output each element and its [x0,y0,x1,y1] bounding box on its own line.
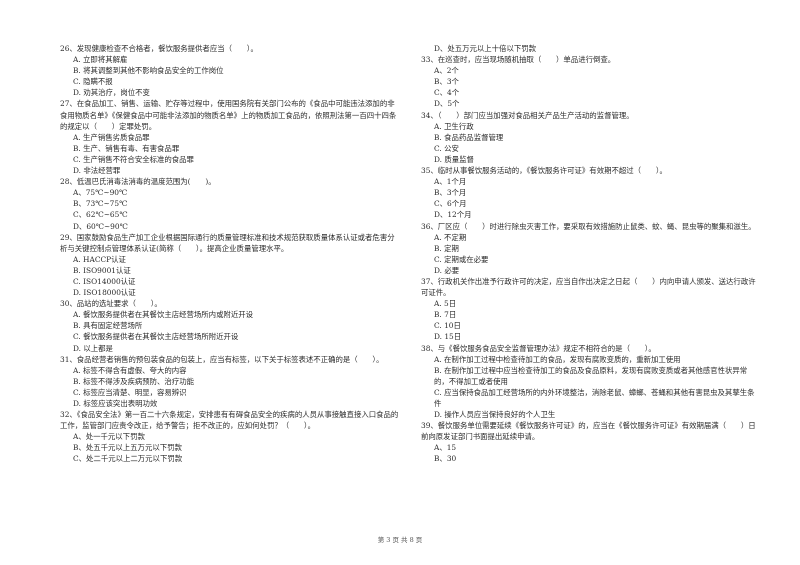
question-block: 36、厂区应（ ）时进行除虫灭害工作，要采取有效措施防止鼠类、蚊、蝇、昆虫等的聚… [421,221,761,276]
answer-option: A、处一千元以下罚款 [73,432,145,442]
question-stem: 39、餐饮服务单位需要延续《餐饮服务许可证》的，应当在《餐饮服务许可证》有效期届… [421,421,756,442]
answer-option: A. 5日 [434,299,457,309]
answer-option: B. 食品药品监督管理 [434,132,504,142]
answer-option: C、处二千元以上二万元以下罚款 [73,454,183,464]
question-block: 26、发现健康检查不合格者，餐饮服务提供者应当（ ）。 A. 立即将其解雇 B. 将… [60,43,400,98]
answer-option: B、30 [434,454,457,464]
question-stem: 33、在巡查时，应当现场随机抽取（ ）单品进行倒查。 [421,55,616,65]
answer-option: A、2个 [434,66,459,76]
answer-option: A. 立即将其解雇 [73,55,128,65]
answer-option: D. 劝其治疗，岗位不变 [73,88,150,98]
question-stem: 31、食品经营者销售的预包装食品的包装上，应当有标签，以下关于标签表述不正确的是… [60,354,384,364]
question-stem: 37、行政机关作出准予行政许可的决定，应当自作出决定之日起（ ）内向申请人颁发、… [421,276,756,298]
answer-option: B. 7日 [434,310,457,320]
question-block: 27、在食品加工、销售、运输、贮存等过程中，使用国务院有关部门公布的《食品中可能… [60,98,400,176]
question-stem: 38、与《餐饮服务食品安全监督管理办法》规定不相符合的是（ ）。 [421,343,656,353]
answer-option: B、73℃~75℃ [73,199,128,209]
answer-option: A. 卫生行政 [434,121,474,131]
answer-option: C. 餐饮服务提供者在其餐饮主店经营场所附近开设 [73,332,239,342]
question-stem: 26、发现健康检查不合格者，餐饮服务提供者应当（ ）。 [60,44,258,53]
answer-option: C、6个月 [434,199,467,209]
answer-option: C、62℃~65℃ [73,210,128,220]
answer-option: C. 标签应当清楚、明显，容易辨识 [73,387,187,397]
question-stem: 27、在食品加工、销售、运输、贮存等过程中，使用国务院有关部门公布的《食品中可能… [60,99,397,131]
question-block: D、处五万元以上十倍以下罚款 [421,43,761,54]
answer-option: B. 在制作加工过程中应当检查待加工的食品及食品原料，发现有腐败变质或者其他感官… [434,365,748,386]
answer-option: A. HACCP认证 [73,254,126,264]
left-column: 26、发现健康检查不合格者，餐饮服务提供者应当（ ）。 A. 立即将其解雇 B. 将… [60,43,400,465]
question-block: 29、国家鼓励食品生产加工企业根据国际通行的质量管理标准和技术规范获取质量体系认… [60,232,400,299]
question-block: 37、行政机关作出准予行政许可的决定，应当自作出决定之日起（ ）内向申请人颁发、… [421,276,761,343]
question-block: 39、餐饮服务单位需要延续《餐饮服务许可证》的，应当在《餐饮服务许可证》有效期届… [421,420,761,464]
answer-option: D. 标签应该突出表明功效 [73,399,158,408]
answer-option: B、3个 [434,77,459,87]
question-block: 33、在巡查时，应当现场随机抽取（ ）单品进行倒查。 A、2个 B、3个 C、4个 D、… [421,54,761,109]
answer-option: C. 应当保持食品加工经营场所的内外环境整洁，消除老鼠、蟑螂、苍蝇和其他有害昆虫… [434,387,755,408]
answer-option: D、5个 [434,99,460,109]
question-block: 28、低温巴氏消毒法消毒的温度范围为( )。 A、75℃~90℃ B、73℃~75℃… [60,176,400,231]
answer-option: D. 15日 [434,332,462,342]
answer-option: D. ISO18000认证 [73,288,136,298]
answer-option: B、3个月 [434,188,467,198]
answer-option: A. 不定期 [434,232,467,242]
answer-option: B. 将其调整到其他不影响食品安全的工作岗位 [73,66,224,76]
question-stem: 35、临时从事餐饮服务活动的，《餐饮服务许可证》有效期不超过（ ）。 [421,166,667,176]
answer-option: B. 定期 [434,243,459,253]
answer-option: C. 隐瞒不报 [73,77,113,87]
answer-option: D、60℃~90℃ [73,221,128,231]
question-block: 35、临时从事餐饮服务活动的，《餐饮服务许可证》有效期不超过（ ）。 A、1个月 B… [421,165,761,220]
answer-option: B、处五千元以上五万元以下罚款 [73,443,182,453]
right-column: D、处五万元以上十倍以下罚款 33、在巡查时，应当现场随机抽取（ ）单品进行倒查。… [421,43,761,465]
question-stem: 32、《食品安全法》第一百二十六条规定，安排患有有碍食品安全的疾病的人员从事接触… [60,410,399,431]
question-stem: 30、品站的选址要求（ ）。 [60,299,162,309]
question-stem: 28、低温巴氏消毒法消毒的温度范围为( )。 [60,177,216,187]
answer-option: B. ISO9001认证 [73,265,131,275]
answer-option: A. 标签不得含有虚假、夸大的内容 [73,365,187,375]
answer-option: C. 10日 [434,321,461,331]
answer-option: B. 生产、销售有毒、有害食品罪 [73,143,180,153]
answer-option: A、15 [434,443,457,453]
answer-option: D. 必要 [434,265,460,275]
answer-option: C、4个 [434,88,460,98]
answer-option: D. 质量监督 [434,154,474,164]
answer-option: C. 公安 [434,143,459,153]
answer-option: D、处五万元以上十倍以下罚款 [434,44,537,53]
question-block: 38、与《餐饮服务食品安全监督管理办法》规定不相符合的是（ ）。 A. 在制作加工… [421,343,761,421]
answer-option: A. 生产销售劣质食品罪 [73,132,150,142]
answer-option: C. 生产销售不符合安全标准的食品罪 [73,154,194,164]
question-stem: 34、（ ）部门应当加强对食品相关产品生产活动的监督管理。 [421,110,634,120]
answer-option: D. 非法经营罪 [73,166,121,176]
question-stem: 36、厂区应（ ）时进行除虫灭害工作，要采取有效措施防止鼠类、蚊、蝇、昆虫等的聚… [421,221,756,231]
answer-option: D、12个月 [434,210,472,220]
answer-option: A. 在制作加工过程中检查待加工的食品，发现有腐败变质的，重新加工使用 [434,354,681,364]
question-block: 34、（ ）部门应当加强对食品相关产品生产活动的监督管理。 A. 卫生行政 B. 食… [421,110,761,165]
answer-option: D. 操作人员应当保持良好的个人卫生 [434,410,556,420]
answer-option: B. 标签不得涉及疾病预防、治疗功能 [73,376,194,386]
answer-option: C. 定期或在必要 [434,254,489,264]
question-block: 31、食品经营者销售的预包装食品的包装上，应当有标签，以下关于标签表述不正确的是… [60,354,400,409]
question-block: 32、《食品安全法》第一百二十六条规定，安排患有有碍食品安全的疾病的人员从事接触… [60,409,400,464]
question-stem: 29、国家鼓励食品生产加工企业根据国际通行的质量管理标准和技术规范获取质量体系认… [60,232,395,253]
answer-option: C. ISO14000认证 [73,276,136,286]
answer-option: B. 具有固定经营场所 [73,321,143,331]
answer-option: A. 餐饮服务提供者在其餐饮主店经营场所内或附近开设 [73,310,254,320]
answer-option: A、1个月 [434,177,467,187]
question-block: 30、品站的选址要求（ ）。 A. 餐饮服务提供者在其餐饮主店经营场所内或附近开设… [60,298,400,353]
answer-option: D. 以上都是 [73,343,113,353]
page-footer: 第 3 页 共 8 页 [377,536,423,544]
answer-option: A、75℃~90℃ [73,188,128,198]
